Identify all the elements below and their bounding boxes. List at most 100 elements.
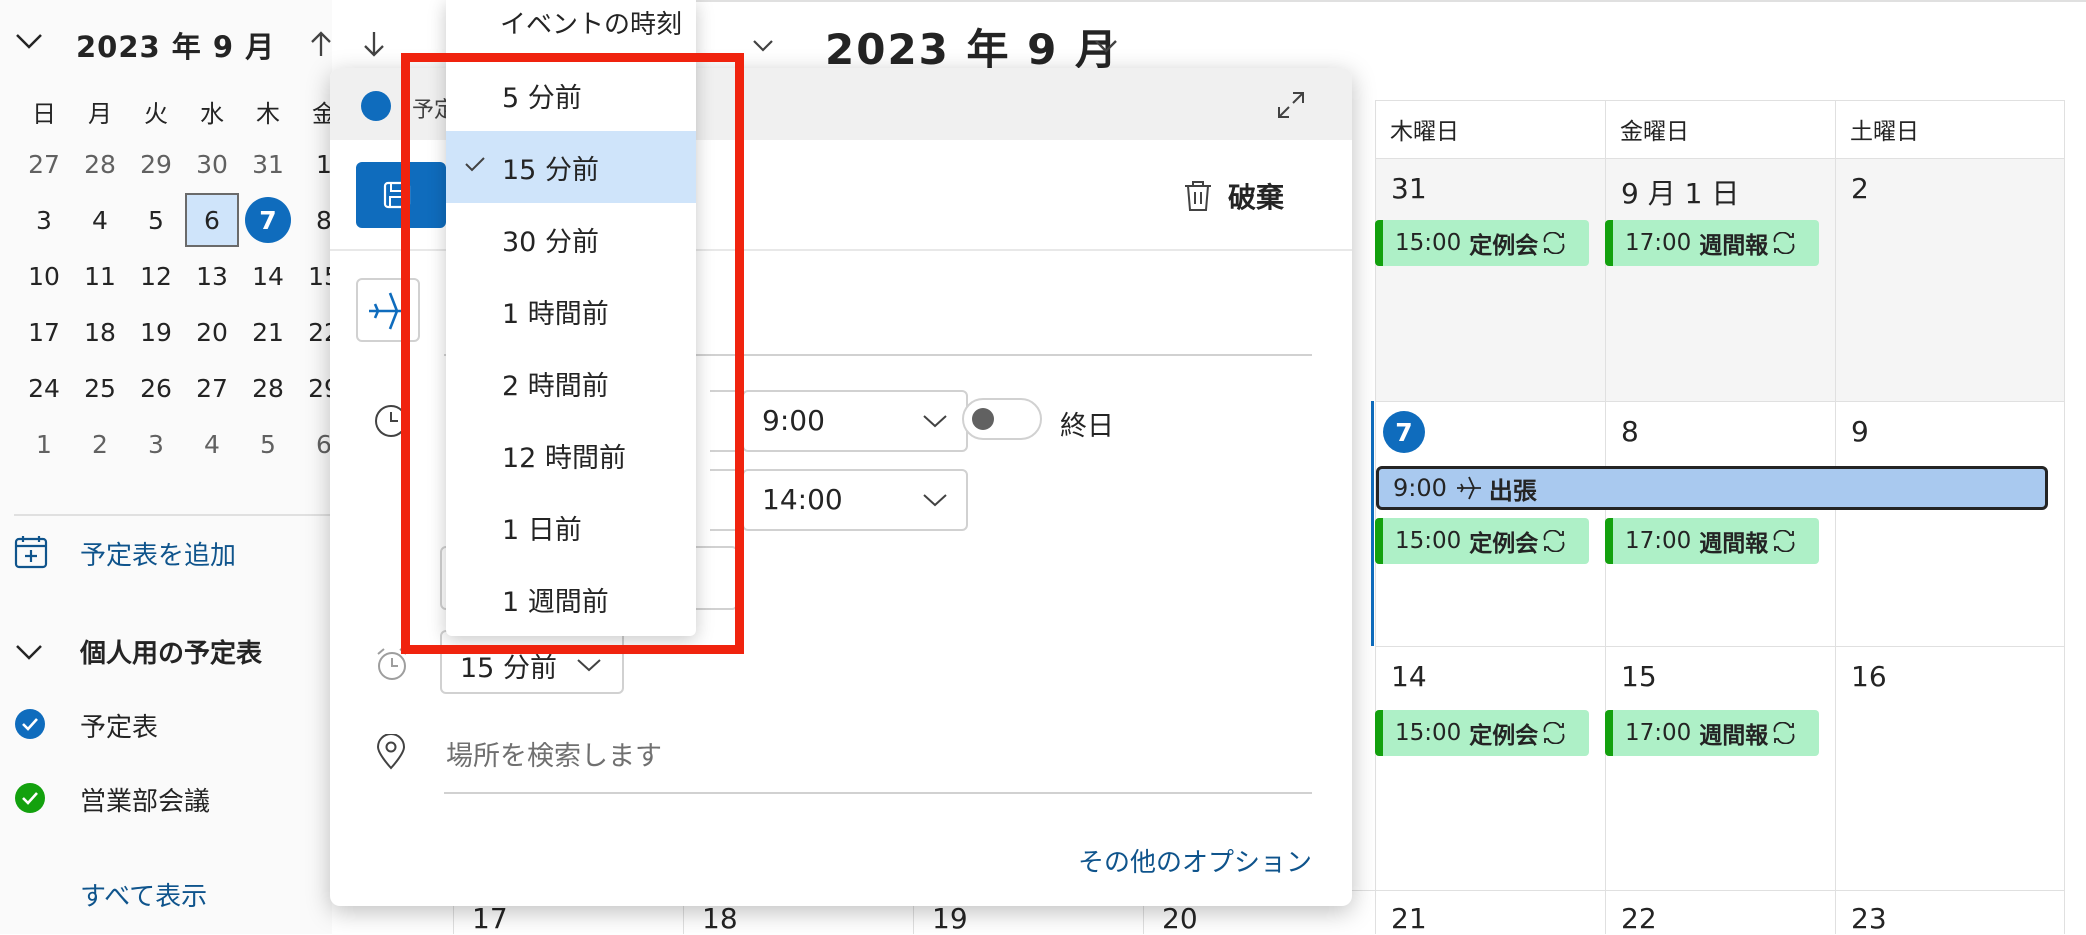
date-number[interactable]: 14 — [1391, 660, 1427, 693]
mini-day[interactable]: 27 — [189, 365, 235, 411]
next-month-arrow-icon[interactable] — [363, 30, 385, 58]
date-number[interactable]: 9 — [1851, 415, 1869, 448]
mini-day[interactable]: 24 — [21, 365, 67, 411]
top-border — [680, 0, 2086, 2]
repeat-icon — [1542, 530, 1566, 552]
date-number[interactable]: 31 — [1391, 172, 1427, 205]
mini-day[interactable]: 2 — [77, 421, 123, 467]
date-number[interactable]: 19 — [932, 902, 968, 935]
mini-day[interactable]: 4 — [77, 197, 123, 243]
more-options-link[interactable]: その他のオプション — [1078, 842, 1312, 879]
date-number[interactable]: 16 — [1851, 660, 1887, 693]
mini-day[interactable]: 25 — [77, 365, 123, 411]
date-number[interactable]: 22 — [1621, 902, 1657, 935]
recurring-event[interactable]: 17:00週間報 — [1605, 220, 1819, 266]
mini-day[interactable]: 20 — [189, 309, 235, 355]
view-chevron-down-icon[interactable] — [752, 38, 774, 54]
group-collapse-chevron-icon[interactable] — [14, 641, 44, 663]
repeat-icon — [1772, 722, 1796, 744]
previous-month-arrow-icon[interactable] — [310, 30, 332, 58]
end-time-select[interactable]: 14:00 — [742, 469, 968, 531]
weekday-header: 木 — [246, 94, 290, 129]
recurring-event[interactable]: 15:00定例会 — [1375, 518, 1589, 564]
mini-day[interactable]: 28 — [245, 365, 291, 411]
weekday-header: 日 — [22, 94, 66, 129]
add-calendar-link[interactable]: 予定表を追加 — [80, 535, 236, 572]
calendar-check-icon[interactable] — [14, 708, 46, 740]
title-chevron-down-icon[interactable] — [1094, 38, 1118, 54]
mini-day[interactable]: 10 — [21, 253, 67, 299]
all-day-toggle[interactable] — [962, 398, 1042, 440]
dropdown-header-option[interactable]: イベントの時刻 — [500, 4, 682, 41]
event-title: 定例会 — [1469, 716, 1538, 750]
repeat-icon — [1772, 232, 1796, 254]
location-pin-icon — [374, 734, 408, 770]
date-number[interactable]: 2 — [1851, 172, 1869, 205]
date-number[interactable]: 23 — [1851, 902, 1887, 935]
today-date-badge[interactable]: 7 — [1383, 411, 1425, 453]
location-search-input[interactable]: 場所を検索します — [446, 734, 662, 773]
trip-event-selected[interactable]: 9:00 出張 — [1376, 466, 2048, 510]
mini-day[interactable]: 5 — [245, 421, 291, 467]
mini-day[interactable]: 12 — [133, 253, 179, 299]
date-number[interactable]: 17 — [472, 902, 508, 935]
mini-day[interactable]: 28 — [77, 141, 123, 187]
calendar-item[interactable]: 予定表 — [80, 707, 158, 744]
recurring-event[interactable]: 15:00 定例会 — [1375, 220, 1589, 266]
highlight-annotation-box — [401, 53, 744, 654]
date-number[interactable]: 20 — [1162, 902, 1198, 935]
column-header-saturday: 土曜日 — [1835, 100, 2065, 158]
mini-day[interactable]: 3 — [21, 197, 67, 243]
mini-calendar-title[interactable]: 2023 年 9 月 — [76, 24, 275, 66]
show-all-link[interactable]: すべて表示 — [80, 876, 207, 913]
mini-day-selected[interactable]: 6 — [185, 193, 239, 247]
start-time-select[interactable]: 9:00 — [742, 390, 968, 452]
event-time: 15:00 — [1395, 230, 1461, 256]
discard-button[interactable]: 破棄 — [1182, 176, 1284, 216]
all-day-label: 終日 — [1060, 404, 1114, 443]
date-number[interactable]: 8 — [1621, 415, 1639, 448]
event-title: 定例会 — [1469, 226, 1538, 260]
mini-day[interactable]: 18 — [77, 309, 123, 355]
mini-day[interactable]: 27 — [21, 141, 67, 187]
column-header-thursday: 木曜日 — [1375, 100, 1605, 158]
mini-day[interactable]: 5 — [133, 197, 179, 243]
expand-icon[interactable] — [1276, 90, 1306, 120]
date-number[interactable]: 18 — [702, 902, 738, 935]
calendar-color-dot[interactable] — [360, 90, 392, 122]
mini-day[interactable]: 26 — [133, 365, 179, 411]
personal-calendars-heading[interactable]: 個人用の予定表 — [80, 633, 262, 670]
mini-day[interactable]: 29 — [133, 141, 179, 187]
mini-day[interactable]: 21 — [245, 309, 291, 355]
column-header-friday: 金曜日 — [1605, 100, 1835, 158]
left-pane: 2023 年 9 月 日 月 火 水 木 金 27 28 29 30 31 1 … — [0, 0, 332, 934]
calendar-add-icon — [14, 535, 48, 569]
recurring-event[interactable]: 17:00週間報 — [1605, 518, 1819, 564]
repeat-icon — [1542, 722, 1566, 744]
date-number[interactable]: 21 — [1391, 902, 1427, 935]
calendar-check-icon[interactable] — [14, 782, 46, 814]
mini-day[interactable]: 19 — [133, 309, 179, 355]
event-time: 15:00 — [1395, 528, 1461, 554]
event-time: 17:00 — [1625, 720, 1691, 746]
trash-icon — [1182, 179, 1214, 213]
mini-day[interactable]: 1 — [21, 421, 67, 467]
weekday-header: 水 — [190, 94, 234, 129]
recurring-event[interactable]: 17:00週間報 — [1605, 710, 1819, 756]
calendar-item[interactable]: 営業部会議 — [80, 781, 210, 818]
date-number[interactable]: 15 — [1621, 660, 1657, 693]
date-number[interactable]: 9 月 1 日 — [1621, 172, 1739, 212]
mini-day[interactable]: 4 — [189, 421, 235, 467]
event-time: 17:00 — [1625, 230, 1691, 256]
mini-day[interactable]: 13 — [189, 253, 235, 299]
mini-day[interactable]: 3 — [133, 421, 179, 467]
mini-day[interactable]: 14 — [245, 253, 291, 299]
mini-day[interactable]: 31 — [245, 141, 291, 187]
end-time-value: 14:00 — [762, 483, 843, 516]
collapse-chevron-icon[interactable] — [14, 30, 44, 52]
mini-day[interactable]: 17 — [21, 309, 67, 355]
mini-day[interactable]: 30 — [189, 141, 235, 187]
mini-day-today[interactable]: 7 — [245, 197, 291, 243]
mini-day[interactable]: 11 — [77, 253, 123, 299]
recurring-event[interactable]: 15:00定例会 — [1375, 710, 1589, 756]
